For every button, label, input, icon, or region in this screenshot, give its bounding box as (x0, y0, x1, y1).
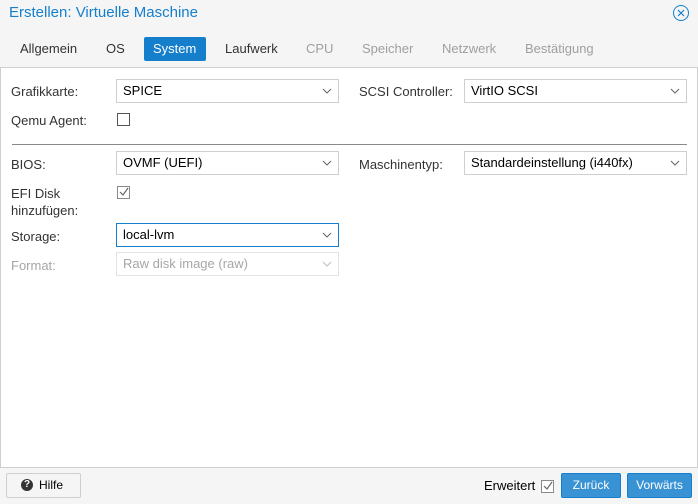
machine-type-value: Standardeinstellung (i440fx) (471, 155, 633, 170)
advanced-checkbox[interactable] (541, 480, 554, 493)
scsi-controller-label: SCSI Controller: (359, 84, 453, 99)
tab-allgemein[interactable]: Allgemein (11, 37, 86, 61)
chevron-down-icon (322, 88, 332, 94)
format-label: Format: (11, 258, 56, 273)
qemu-agent-checkbox[interactable] (117, 113, 130, 126)
tab-os[interactable]: OS (97, 37, 134, 61)
help-button-label: Hilfe (39, 478, 64, 492)
format-value: Raw disk image (raw) (123, 256, 248, 271)
wizard-tab-bar: Allgemein OS System Laufwerk CPU Speiche… (0, 35, 698, 63)
graphics-card-select[interactable]: SPICE (116, 79, 339, 103)
checkmark-icon (119, 187, 129, 196)
bios-label: BIOS: (11, 157, 46, 172)
machine-type-select[interactable]: Standardeinstellung (i440fx) (464, 151, 687, 175)
storage-label: Storage: (11, 229, 61, 244)
tab-cpu: CPU (306, 41, 334, 56)
dialog-window: Erstellen: Virtuelle Maschine Allgemein … (0, 0, 698, 504)
graphics-card-label: Grafikkarte: (11, 84, 79, 99)
storage-select[interactable]: local-lvm (116, 223, 339, 247)
format-select: Raw disk image (raw) (116, 252, 339, 276)
help-button[interactable]: ? Hilfe (6, 473, 81, 498)
question-circle-icon: ? (21, 479, 33, 491)
efi-disk-checkbox[interactable] (117, 186, 130, 199)
scsi-controller-select[interactable]: VirtIO SCSI (464, 79, 687, 103)
machine-type-label: Maschinentyp: (359, 157, 443, 172)
next-button[interactable]: Vorwärts (627, 473, 692, 498)
efi-disk-label-line2: hinzufügen: (11, 203, 79, 218)
dialog-title: Erstellen: Virtuelle Maschine (9, 4, 198, 21)
tab-netzwerk: Netzwerk (442, 41, 497, 56)
storage-value: local-lvm (123, 227, 175, 242)
efi-disk-label-line1: EFI Disk (11, 186, 61, 201)
tab-laufwerk[interactable]: Laufwerk (216, 37, 287, 61)
title-bar: Erstellen: Virtuelle Maschine (0, 0, 698, 28)
chevron-down-icon (322, 261, 332, 267)
bios-select[interactable]: OVMF (UEFI) (116, 151, 339, 175)
scsi-controller-value: VirtIO SCSI (471, 83, 538, 98)
chevron-down-icon (322, 160, 332, 166)
close-icon (677, 9, 685, 17)
chevron-down-icon (322, 232, 332, 238)
close-button[interactable] (673, 5, 689, 21)
qemu-agent-label: Qemu Agent: (11, 113, 87, 128)
tab-bestaetigung: Bestätigung (525, 41, 594, 56)
graphics-card-value: SPICE (123, 83, 163, 98)
tab-speicher: Speicher (362, 41, 414, 56)
checkmark-icon (543, 481, 553, 490)
bios-value: OVMF (UEFI) (123, 155, 203, 170)
dialog-footer: ? Hilfe Erweitert Zurück Vorwärts (0, 468, 698, 504)
tab-system[interactable]: System (144, 37, 206, 61)
chevron-down-icon (670, 160, 680, 166)
chevron-down-icon (670, 88, 680, 94)
section-divider (12, 144, 687, 145)
advanced-label: Erweitert (484, 478, 536, 493)
back-button[interactable]: Zurück (561, 473, 621, 498)
system-panel: Grafikkarte: SPICE SCSI Controller: Virt… (0, 67, 698, 468)
